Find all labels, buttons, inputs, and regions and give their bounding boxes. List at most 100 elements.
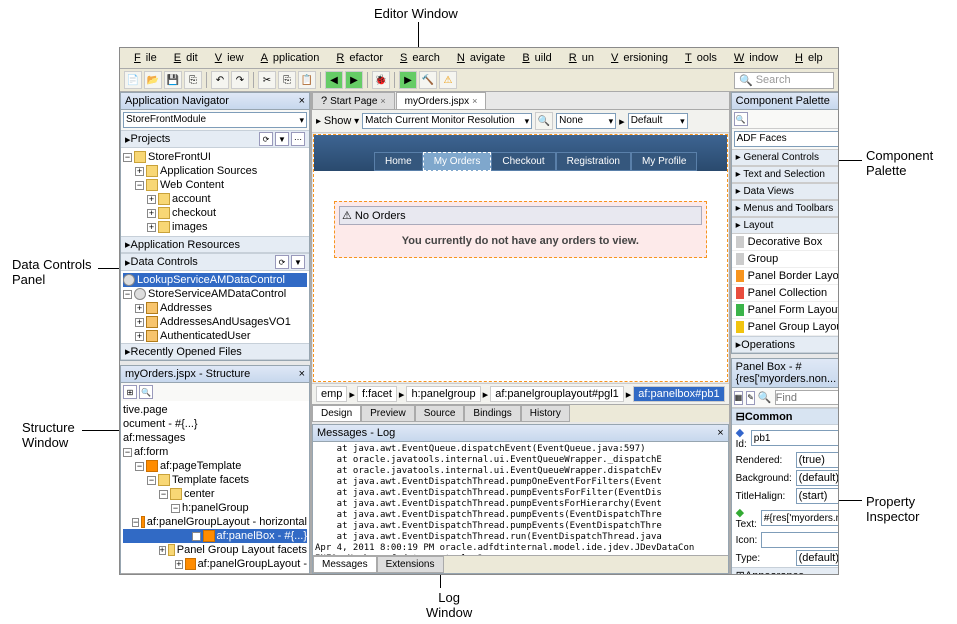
- build-button[interactable]: 🔨: [419, 71, 437, 89]
- menu-file[interactable]: File: [124, 50, 162, 66]
- copy-button[interactable]: ⎘: [278, 71, 296, 89]
- menu-build[interactable]: Build: [512, 50, 556, 66]
- inspector-icon2[interactable]: ✎: [746, 391, 755, 405]
- structure-tree[interactable]: tive.pageocument - #{...}af:messages−af:…: [121, 401, 309, 573]
- tree-node[interactable]: af:messages: [123, 431, 307, 445]
- tab-design[interactable]: Design: [312, 405, 361, 422]
- refresh-icon[interactable]: ⟳: [259, 132, 273, 146]
- app-nav-tab[interactable]: Checkout: [491, 152, 555, 171]
- prop-combo[interactable]: (default): [796, 470, 838, 486]
- tree-node[interactable]: +af:panelGroupLayout -: [123, 557, 307, 571]
- app-nav-tab[interactable]: Home: [374, 152, 423, 171]
- tree-node[interactable]: ocument - #{...}: [123, 417, 307, 431]
- menu-run[interactable]: Run: [559, 50, 599, 66]
- inspector-icon1[interactable]: ▦: [734, 391, 744, 405]
- app-combo[interactable]: StoreFrontModule: [123, 112, 307, 128]
- palette-item[interactable]: Panel Group Layout: [732, 319, 838, 336]
- palette-group[interactable]: ▸ Menus and Toolbars: [732, 200, 838, 217]
- palette-group[interactable]: ▸ Text and Selection: [732, 166, 838, 183]
- prop-combo[interactable]: (start): [796, 488, 838, 504]
- tree-node[interactable]: tive.page: [123, 403, 307, 417]
- options-icon[interactable]: ⋯: [291, 132, 305, 146]
- run-button[interactable]: ▶: [399, 71, 417, 89]
- menu-help[interactable]: Help: [785, 50, 828, 66]
- palette-group[interactable]: ▸ Data Views: [732, 183, 838, 200]
- breadcrumb-item[interactable]: af:panelbox#pb1: [633, 386, 724, 402]
- project-tree[interactable]: −StoreFrontUI+Application Sources−Web Co…: [121, 148, 309, 236]
- search-icon[interactable]: 🔍: [734, 112, 748, 126]
- close-icon[interactable]: ×: [299, 95, 305, 107]
- debug-button[interactable]: 🐞: [372, 71, 390, 89]
- forward-button[interactable]: ▶: [345, 71, 363, 89]
- menu-tools[interactable]: Tools: [675, 50, 722, 66]
- app-nav-tab[interactable]: My Profile: [631, 152, 697, 171]
- tree-node[interactable]: +images: [123, 220, 307, 234]
- breadcrumb-item[interactable]: emp: [316, 386, 347, 402]
- tree-node[interactable]: +checkout: [123, 206, 307, 220]
- tree-node[interactable]: +Application Sources: [123, 164, 307, 178]
- prop-combo[interactable]: (default): [796, 550, 838, 566]
- breadcrumb-item[interactable]: af:panelgrouplayout#pgl1: [490, 386, 624, 402]
- filter-icon[interactable]: ▼: [275, 132, 289, 146]
- appearance-section[interactable]: ⊞ Appearance: [732, 567, 838, 574]
- tab-preview[interactable]: Preview: [361, 405, 415, 422]
- palette-item[interactable]: Decorative Box: [732, 234, 838, 251]
- refresh-icon[interactable]: ⟳: [275, 255, 289, 269]
- breadcrumb-item[interactable]: h:panelgroup: [406, 386, 480, 402]
- open-button[interactable]: 📂: [144, 71, 162, 89]
- tree-node[interactable]: +Addresses: [123, 301, 307, 315]
- save-all-button[interactable]: ⎘: [184, 71, 202, 89]
- prop-input[interactable]: [761, 532, 838, 548]
- cut-button[interactable]: ✂: [258, 71, 276, 89]
- no-orders-panel[interactable]: ⚠ No Orders You currently do not have an…: [334, 201, 707, 258]
- paste-button[interactable]: 📋: [298, 71, 316, 89]
- tree-node[interactable]: +Panel Group Layout facets: [123, 543, 307, 557]
- tab-history[interactable]: History: [521, 405, 570, 422]
- data-controls-section[interactable]: ▸ Data Controls ⟳▼: [121, 253, 309, 271]
- app-nav-tab[interactable]: My Orders: [423, 152, 492, 171]
- none-combo[interactable]: None: [556, 113, 616, 129]
- tree-node[interactable]: −StoreServiceAMDataControl: [123, 287, 307, 301]
- zoom-button[interactable]: 🔍: [535, 112, 553, 130]
- tree-node[interactable]: +AddressesAndUsagesVO1: [123, 315, 307, 329]
- tab-bindings[interactable]: Bindings: [464, 405, 520, 422]
- close-icon[interactable]: ×: [717, 427, 723, 439]
- new-button[interactable]: 📄: [124, 71, 142, 89]
- palette-items[interactable]: Decorative BoxGroupPanel Border LayoutPa…: [732, 234, 838, 336]
- log-body[interactable]: at java.awt.EventQueue.dispatchEvent(Eve…: [313, 442, 728, 555]
- palette-category-combo[interactable]: ADF Faces: [734, 131, 838, 147]
- common-section[interactable]: ⊟ Common: [732, 408, 838, 425]
- find-input[interactable]: [775, 390, 838, 405]
- menu-edit[interactable]: Edit: [164, 50, 203, 66]
- default-combo[interactable]: Default: [628, 113, 688, 129]
- tree-node[interactable]: −Template facets: [123, 473, 307, 487]
- structure-icon1[interactable]: ⊞: [123, 385, 137, 399]
- menu-navigate[interactable]: Navigate: [447, 50, 510, 66]
- tab-messages[interactable]: Messages: [313, 556, 377, 573]
- menu-refactor[interactable]: Refactor: [326, 50, 388, 66]
- data-controls-tree[interactable]: LookupServiceAMDataControl−StoreServiceA…: [121, 271, 309, 343]
- tab-extensions[interactable]: Extensions: [377, 556, 444, 573]
- structure-icon2[interactable]: 🔍: [139, 385, 153, 399]
- filter-icon[interactable]: ▼: [291, 255, 305, 269]
- tree-node[interactable]: +AuthenticatedUser: [123, 329, 307, 343]
- tab-start-page[interactable]: ?Start Page ×: [312, 92, 395, 109]
- resolution-combo[interactable]: Match Current Monitor Resolution: [362, 113, 532, 129]
- app-nav-tab[interactable]: Registration: [556, 152, 631, 171]
- menu-versioning[interactable]: Versioning: [601, 50, 673, 66]
- close-icon[interactable]: ×: [299, 368, 305, 380]
- palette-item[interactable]: Group: [732, 251, 838, 268]
- tree-node[interactable]: +account: [123, 192, 307, 206]
- tab-myorders-jspx[interactable]: myOrders.jspx ×: [396, 92, 487, 109]
- operations-section[interactable]: ▸ Operations: [732, 336, 838, 353]
- global-search[interactable]: 🔍 Search: [734, 72, 834, 89]
- menu-view[interactable]: View: [205, 50, 249, 66]
- recent-section[interactable]: ▸ Recently Opened Files: [121, 343, 309, 360]
- tree-node[interactable]: −h:panelGroup: [123, 501, 307, 515]
- palette-item[interactable]: Panel Collection: [732, 285, 838, 302]
- palette-item[interactable]: Panel Border Layout: [732, 268, 838, 285]
- palette-group[interactable]: ▸ Layout: [732, 217, 838, 234]
- warning-button[interactable]: ⚠: [439, 71, 457, 89]
- tree-node[interactable]: −af:form: [123, 445, 307, 459]
- tree-node[interactable]: −StoreFrontUI: [123, 150, 307, 164]
